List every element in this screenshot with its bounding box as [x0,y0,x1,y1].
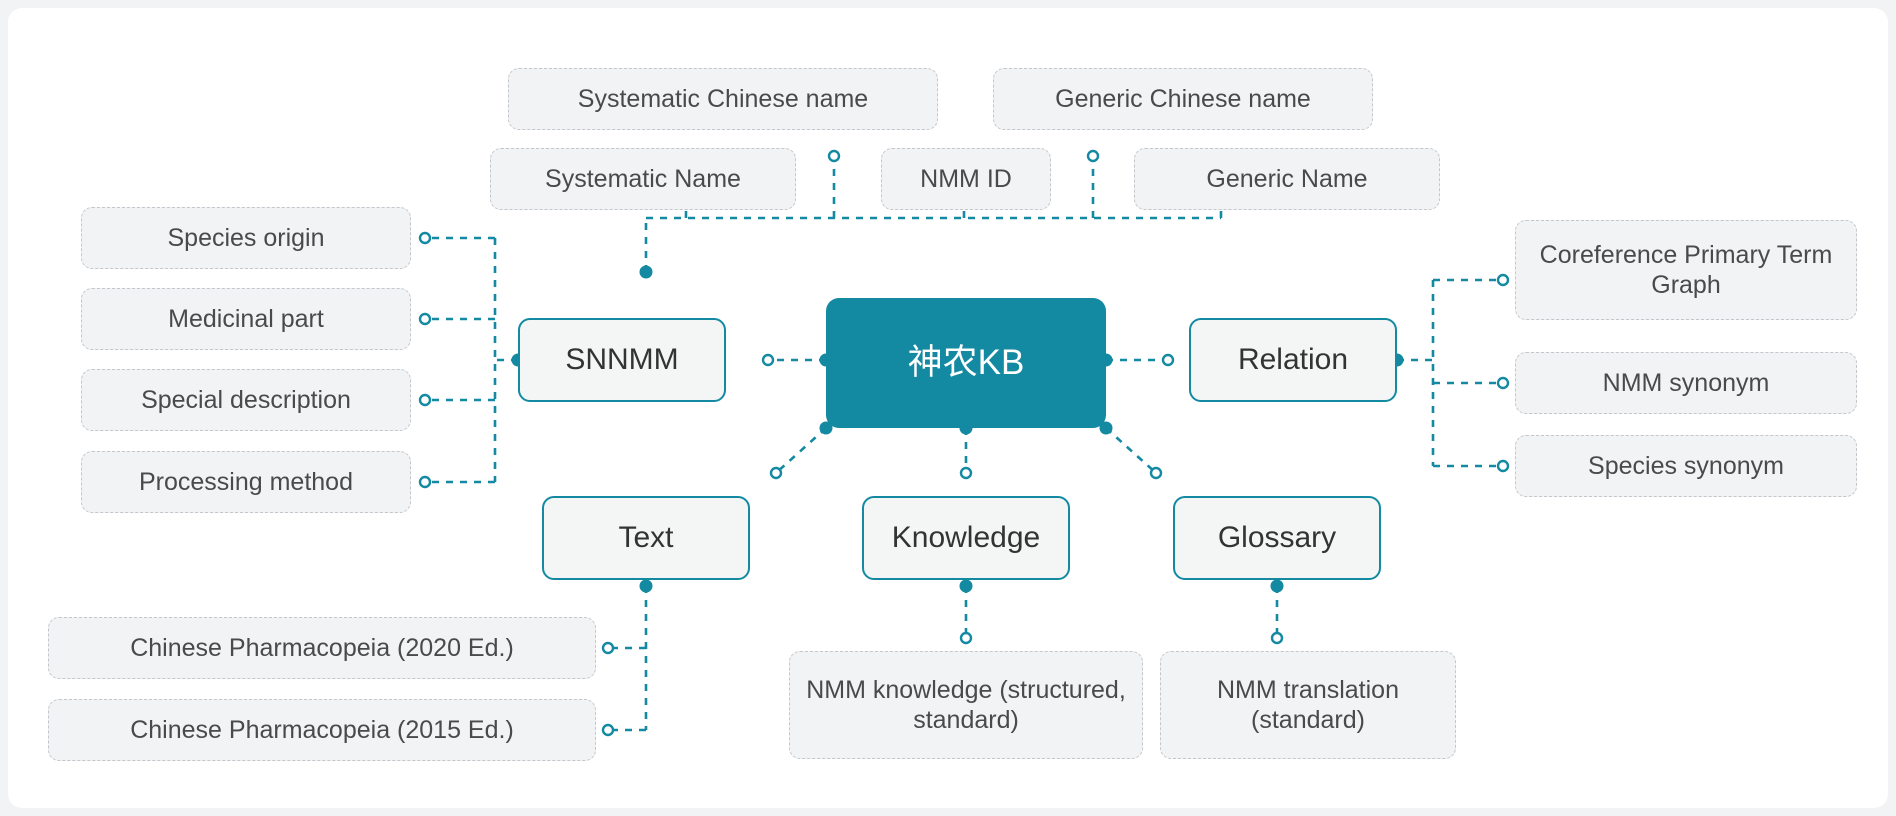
branch-node-snnmm-label: SNNMM [565,342,679,376]
leaf-node-systematic-chinese-name[interactable]: Systematic Chinese name [508,68,938,130]
root-node-shennong-kb[interactable]: 神农KB [826,298,1106,428]
ring-species-synonym [1496,459,1510,473]
leaf-label: Special description [141,385,351,414]
wire-root-glossary [1105,427,1157,474]
branch-node-text[interactable]: Text [542,496,750,580]
leaf-node-chinese-pharmacopeia-2020[interactable]: Chinese Pharmacopeia (2020 Ed.) [48,617,596,679]
ring-text-in [769,466,783,480]
leaf-label: Processing method [138,467,353,496]
dot-text-bottom [639,579,653,593]
root-node-label: 神农KB [907,342,1025,382]
leaf-label: Systematic Chinese name [577,84,869,113]
leaf-label: Species origin [167,223,325,252]
leaf-node-nmm-id[interactable]: NMM ID [881,148,1051,210]
leaf-node-chinese-pharmacopeia-2015[interactable]: Chinese Pharmacopeia (2015 Ed.) [48,699,596,761]
dot-snnmm-top [639,265,653,279]
ring-processing-method [418,475,432,489]
ring-glossary-in [1149,466,1163,480]
leaf-node-generic-name[interactable]: Generic Name [1134,148,1440,210]
ring-relation-in [1161,353,1175,367]
branch-node-snnmm[interactable]: SNNMM [518,318,726,402]
leaf-node-processing-method[interactable]: Processing method [81,451,411,513]
ring-pharmacopeia-2015 [601,723,615,737]
leaf-node-nmm-synonym[interactable]: NMM synonym [1515,352,1857,414]
ring-medicinal-part [418,312,432,326]
leaf-node-nmm-knowledge[interactable]: NMM knowledge (structured, standard) [789,651,1143,759]
ring-species-origin [418,231,432,245]
branch-node-text-label: Text [618,520,674,554]
leaf-label: NMM knowledge (structured, standard) [806,675,1126,735]
leaf-label: Coreference Primary Term Graph [1539,240,1833,300]
leaf-node-nmm-translation[interactable]: NMM translation (standard) [1160,651,1456,759]
wire-root-text [775,427,827,474]
ring-knowledge-in [959,466,973,480]
leaf-node-coreference-primary-term-graph[interactable]: Coreference Primary Term Graph [1515,220,1857,320]
leaf-label: Systematic Name [545,164,741,193]
leaf-label: Chinese Pharmacopeia (2020 Ed.) [130,633,514,662]
branch-node-glossary[interactable]: Glossary [1173,496,1381,580]
branch-node-knowledge[interactable]: Knowledge [862,496,1070,580]
leaf-node-generic-chinese-name[interactable]: Generic Chinese name [993,68,1373,130]
ring-nmm-translation [1270,631,1284,645]
branch-node-relation-label: Relation [1237,342,1349,376]
ring-special-description [418,393,432,407]
branch-node-knowledge-label: Knowledge [891,520,1041,554]
leaf-node-systematic-name[interactable]: Systematic Name [490,148,796,210]
ring-coreference [1496,273,1510,287]
leaf-label: Species synonym [1588,451,1784,480]
mindmap-canvas: 神农KB SNNMM Relation Text Knowledge Gloss… [8,8,1888,808]
leaf-label: Generic Chinese name [1055,84,1311,113]
ring-generic-cn-name [1086,149,1100,163]
ring-pharmacopeia-2020 [601,641,615,655]
leaf-label: Generic Name [1206,164,1368,193]
leaf-label: Medicinal part [168,304,324,333]
leaf-node-special-description[interactable]: Special description [81,369,411,431]
ring-nmm-synonym [1496,376,1510,390]
leaf-label: NMM ID [920,164,1012,193]
dot-knowledge-bottom [959,579,973,593]
ring-nmm-knowledge [959,631,973,645]
leaf-node-medicinal-part[interactable]: Medicinal part [81,288,411,350]
leaf-node-species-synonym[interactable]: Species synonym [1515,435,1857,497]
ring-snnmm-in [761,353,775,367]
leaf-label: NMM translation (standard) [1217,675,1399,735]
leaf-node-species-origin[interactable]: Species origin [81,207,411,269]
dot-glossary-bottom [1270,579,1284,593]
ring-systematic-cn-name [827,149,841,163]
leaf-label: NMM synonym [1602,368,1770,397]
branch-node-relation[interactable]: Relation [1189,318,1397,402]
branch-node-glossary-label: Glossary [1217,520,1337,554]
leaf-label: Chinese Pharmacopeia (2015 Ed.) [130,715,514,744]
